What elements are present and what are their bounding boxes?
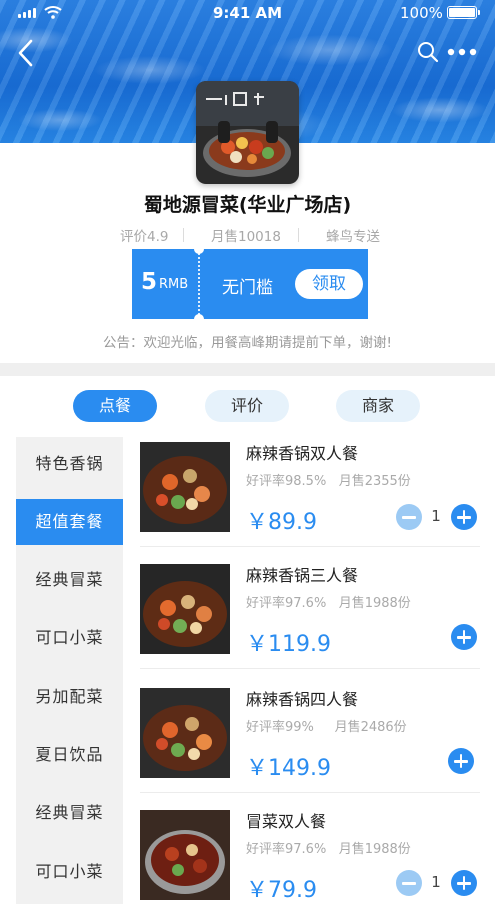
dish-quantity: 1 [431,873,441,891]
shop-notice: 公告：欢迎光临，用餐高峰期请提前下单，谢谢! [103,335,392,351]
coupon-divider [198,253,200,315]
food-photo-icon [196,81,299,184]
category-sidebar: 特色香锅 超值套餐 经典冒菜 可口小菜 另加配菜 夏日饮品 经典冒菜 可口小菜 [16,437,123,904]
increase-quantity-button[interactable] [451,870,477,896]
dish-stats: 好评率97.6% 月售1988份 [246,592,411,611]
coupon-notch [194,314,204,324]
increase-quantity-button[interactable] [451,624,477,650]
dish-image [140,688,230,778]
dish-sales: 月售2355份 [338,474,411,489]
dish-image [140,442,230,532]
increase-quantity-button[interactable] [448,748,474,774]
claim-coupon-button[interactable]: 领取 [295,269,363,299]
tab-order[interactable]: 点餐 [73,390,157,422]
dish-sales: 月售1988份 [338,596,411,611]
dish-item[interactable]: 麻辣香锅三人餐 好评率97.6% 月售1988份 ￥119.9 [140,560,480,678]
back-button[interactable] [14,38,40,68]
battery-percent: 100% [400,4,443,22]
sidebar-item-summer-drinks[interactable]: 夏日饮品 [16,732,123,778]
search-button[interactable] [416,40,440,64]
sidebar-item-classic-maocai[interactable]: 经典冒菜 [16,790,123,836]
battery-icon [447,6,480,19]
dish-name: 麻辣香锅四人餐 [246,690,359,709]
sidebar-item-side-dishes[interactable]: 可口小菜 [16,849,123,895]
shop-monthly-sales: 月售10018 [211,229,281,245]
sidebar-item-extra-toppings[interactable]: 另加配菜 [16,674,123,720]
dish-image [140,810,230,900]
dish-divider [140,792,480,793]
dish-rating: 好评率97.6% [246,842,327,857]
dish-photo-icon [140,688,230,778]
sidebar-item-classic-maocai[interactable]: 经典冒菜 [16,557,123,603]
shop-rating: 评价4.9 [120,229,169,245]
search-icon [418,42,439,63]
chevron-left-icon [18,39,33,67]
dish-name: 麻辣香锅双人餐 [246,444,359,463]
coupon-card: 5 RMB 无门槛 领取 [132,244,368,324]
dish-sales: 月售2486份 [334,720,407,735]
shop-name: 蜀地源冒菜(华业广场店) [143,194,352,216]
tab-merchant[interactable]: 商家 [336,390,420,422]
coupon-unit: RMB [159,277,189,292]
dish-item[interactable]: 麻辣香锅四人餐 好评率99% 月售2486份 ￥149.9 [140,684,480,802]
dish-price: ￥89.9 [246,510,317,535]
dish-price: ￥79.9 [246,878,317,903]
dish-name: 麻辣香锅三人餐 [246,566,359,585]
dish-divider [140,668,480,669]
dish-price: ￥149.9 [246,756,331,781]
dish-photo-icon [140,442,230,532]
decrease-quantity-button[interactable] [396,870,422,896]
tab-reviews[interactable]: 评价 [205,390,289,422]
dish-item[interactable]: 冒菜双人餐 好评率97.6% 月售1988份 ￥79.9 1 [140,806,480,904]
dish-rating: 好评率99% [246,720,314,735]
dish-name: 冒菜双人餐 [246,812,327,831]
dish-image [140,564,230,654]
dish-photo-icon [140,810,230,900]
more-button[interactable] [446,42,478,62]
shop-logo [196,81,299,184]
sidebar-item-special-pot[interactable]: 特色香锅 [16,441,123,487]
meta-divider [298,228,299,242]
dish-stats: 好评率97.6% 月售1988份 [246,838,411,857]
dish-price: ￥119.9 [246,632,331,657]
sidebar-item-value-set[interactable]: 超值套餐 [16,499,123,545]
dish-photo-icon [140,564,230,654]
dish-rating: 好评率98.5% [246,474,327,489]
dish-stats: 好评率98.5% 月售2355份 [246,470,411,489]
dish-item[interactable]: 麻辣香锅双人餐 好评率98.5% 月售2355份 ￥89.9 1 [140,438,480,556]
meta-divider [183,228,184,242]
dish-rating: 好评率97.6% [246,596,327,611]
sidebar-item-side-dishes[interactable]: 可口小菜 [16,615,123,661]
decrease-quantity-button[interactable] [396,504,422,530]
status-bar: 9:41 AM 100% [0,0,495,26]
more-dots-icon [447,48,477,56]
dish-stats: 好评率99% 月售2486份 [246,716,407,735]
coupon-amount: 5 [141,269,158,295]
shop-delivery: 蜂鸟专送 [326,229,380,245]
dish-divider [140,546,480,547]
section-divider [0,363,495,376]
dish-quantity: 1 [431,507,441,525]
dish-sales: 月售1988份 [338,842,411,857]
coupon-condition: 无门槛 [222,278,273,298]
increase-quantity-button[interactable] [451,504,477,530]
